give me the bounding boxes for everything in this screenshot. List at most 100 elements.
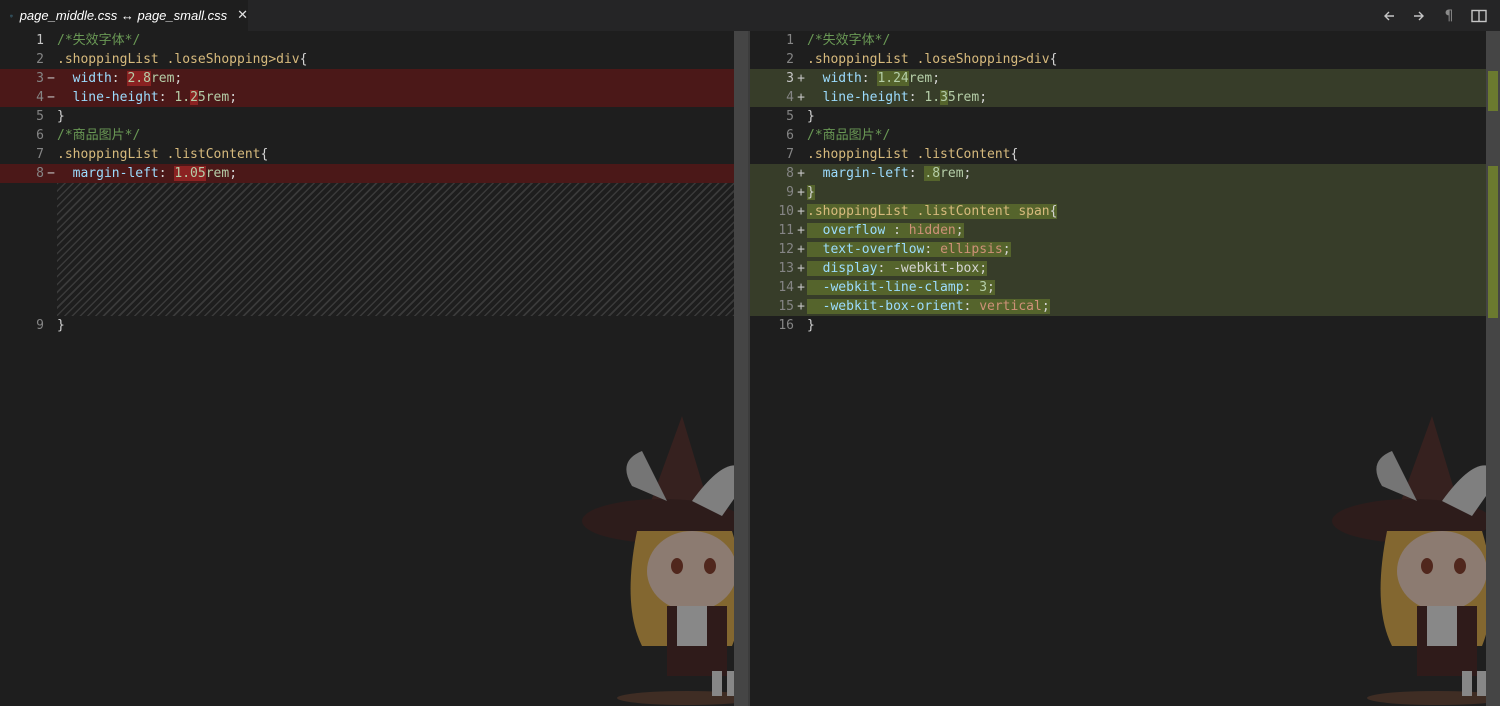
code-line[interactable]: 14 + -webkit-line-clamp: 3;	[750, 278, 1500, 297]
code-text[interactable]: width: 1.24rem;	[807, 69, 940, 88]
code-token: :	[908, 166, 925, 181]
code-text[interactable]: overflow : hidden;	[807, 221, 964, 240]
code-token: 2	[190, 90, 198, 105]
code-text[interactable]: .shoppingList .listContent{	[57, 145, 268, 164]
code-text[interactable]: /*商品图片*/	[57, 126, 140, 145]
toggle-whitespace-button[interactable]: ¶	[1434, 0, 1464, 31]
code-token: margin-left	[822, 166, 909, 181]
code-line[interactable]: 5}	[750, 107, 1500, 126]
code-token: width	[72, 71, 112, 86]
original-scrollbar-thumb[interactable]	[734, 31, 748, 706]
code-text[interactable]: -webkit-line-clamp: 3;	[807, 278, 995, 297]
tab-title: page_middle.css ↔ page_small.css	[19, 8, 228, 23]
original-editor-pane[interactable]: 1 /*失效字体*/ 2 .shoppingList .loseShopping>di…	[0, 31, 748, 706]
code-text[interactable]: /*失效字体*/	[807, 31, 890, 50]
code-line[interactable]: 9}	[0, 316, 748, 335]
code-token: :	[924, 242, 941, 257]
code-line[interactable]: 13 + display: -webkit-box;	[750, 259, 1500, 278]
code-line[interactable]: 6 /*商品图片*/	[750, 126, 1500, 145]
code-token: 5rem	[947, 90, 980, 105]
diff-editor-tab[interactable]: page_middle.css ↔ page_small.css ✕	[0, 0, 248, 31]
code-token: rem	[908, 71, 933, 86]
code-line[interactable]: 7 .shoppingList .listContent{	[750, 145, 1500, 164]
code-line[interactable]: 11 + overflow : hidden;	[750, 221, 1500, 240]
line-number: 1	[36, 33, 44, 48]
code-text[interactable]: .shoppingList .listContent{	[807, 145, 1018, 164]
overview-ruler-insert-marker	[1488, 71, 1498, 111]
code-text[interactable]: line-height: 1.35rem;	[807, 88, 987, 107]
line-number: 15	[778, 299, 794, 314]
code-text[interactable]: width: 2.8rem;	[57, 69, 182, 88]
line-number: 3	[36, 71, 44, 86]
code-line[interactable]: 12 + text-overflow: ellipsis;	[750, 240, 1500, 259]
code-line[interactable]: 8− margin-left: 1.05rem;	[0, 164, 748, 183]
code-line[interactable]: 4 + line-height: 1.35rem;	[750, 88, 1500, 107]
code-text[interactable]: -webkit-box-orient: vertical;	[807, 297, 1050, 316]
code-line[interactable]: 3 + width: 1.24rem;	[750, 69, 1500, 88]
code-token: /*失效字体*/	[807, 33, 891, 48]
line-number: 12	[778, 242, 794, 257]
code-line[interactable]: 9 +}	[750, 183, 1500, 202]
modified-editor-pane[interactable]: 1 /*失效字体*/ 2 .shoppingList .loseShopping>di…	[750, 31, 1500, 706]
editor-tab-bar: page_middle.css ↔ page_small.css ✕ ¶	[0, 0, 1500, 31]
code-line[interactable]: 3− width: 2.8rem;	[0, 69, 748, 88]
code-text[interactable]: .shoppingList .listContent span{	[807, 202, 1058, 221]
code-text[interactable]: line-height: 1.25rem;	[57, 88, 237, 107]
code-token: :	[963, 280, 980, 295]
code-text[interactable]: }	[57, 316, 65, 335]
code-text[interactable]: /*商品图片*/	[807, 126, 890, 145]
code-line[interactable]: 6 /*商品图片*/	[0, 126, 748, 145]
code-token: text-overflow	[822, 242, 925, 257]
code-text[interactable]: }	[807, 107, 815, 126]
inserted-line-marker: +	[797, 280, 805, 295]
character-watermark-image	[582, 416, 748, 705]
modified-scrollbar[interactable]	[1486, 31, 1500, 706]
code-line[interactable]: 2 .shoppingList .loseShopping>div{	[750, 50, 1500, 69]
code-text[interactable]: margin-left: .8rem;	[807, 164, 971, 183]
code-line[interactable]: 1 /*失效字体*/	[0, 31, 748, 50]
code-token: 5rem	[197, 90, 230, 105]
code-line[interactable]: 8 + margin-left: .8rem;	[750, 164, 1500, 183]
removed-line-marker: −	[47, 166, 55, 181]
previous-change-button[interactable]	[1374, 0, 1404, 31]
code-token: rem	[940, 166, 964, 181]
code-token: margin-left	[72, 166, 159, 181]
code-line[interactable]: 15 + -webkit-box-orient: vertical;	[750, 297, 1500, 316]
code-token: :	[111, 71, 128, 86]
code-text[interactable]: /*失效字体*/	[57, 31, 140, 50]
line-number: 5	[36, 109, 44, 124]
toggle-inline-view-button[interactable]	[1464, 0, 1494, 31]
code-line[interactable]: 1 /*失效字体*/	[750, 31, 1500, 50]
code-line[interactable]: 4− line-height: 1.25rem;	[0, 88, 748, 107]
code-line[interactable]: 5}	[0, 107, 748, 126]
code-line[interactable]: 7 .shoppingList .listContent{	[0, 145, 748, 164]
code-line[interactable]: 10 + .shoppingList .listContent span{	[750, 202, 1500, 221]
code-text[interactable]: margin-left: 1.05rem;	[57, 164, 237, 183]
code-text[interactable]: .shoppingList .loseShopping>div{	[57, 50, 307, 69]
code-line[interactable]: 16}	[750, 316, 1500, 335]
line-number: 8	[786, 166, 794, 181]
code-text[interactable]: text-overflow: ellipsis;	[807, 240, 1011, 259]
modified-scrollbar-thumb[interactable]	[1486, 31, 1500, 706]
code-token: ;	[955, 223, 964, 238]
code-token: ;	[1041, 299, 1050, 314]
code-token: 3	[940, 90, 948, 105]
code-text[interactable]: }	[807, 183, 815, 202]
code-token: }	[807, 109, 815, 124]
line-number: 8	[36, 166, 44, 181]
line-number: 6	[36, 128, 44, 143]
close-icon[interactable]: ✕	[237, 8, 248, 23]
original-scrollbar[interactable]	[734, 31, 748, 706]
code-token: 1.	[174, 90, 191, 105]
code-text[interactable]: display: -webkit-box;	[807, 259, 988, 278]
arrow-left-icon	[1384, 11, 1394, 20]
code-token: vertical	[979, 299, 1042, 314]
code-line[interactable]: 2 .shoppingList .loseShopping>div{	[0, 50, 748, 69]
next-change-button[interactable]	[1404, 0, 1434, 31]
code-token: /*商品图片*/	[807, 128, 891, 143]
code-text[interactable]: .shoppingList .loseShopping>div{	[807, 50, 1057, 69]
code-text[interactable]: }	[57, 107, 65, 126]
code-text[interactable]: }	[807, 316, 815, 335]
